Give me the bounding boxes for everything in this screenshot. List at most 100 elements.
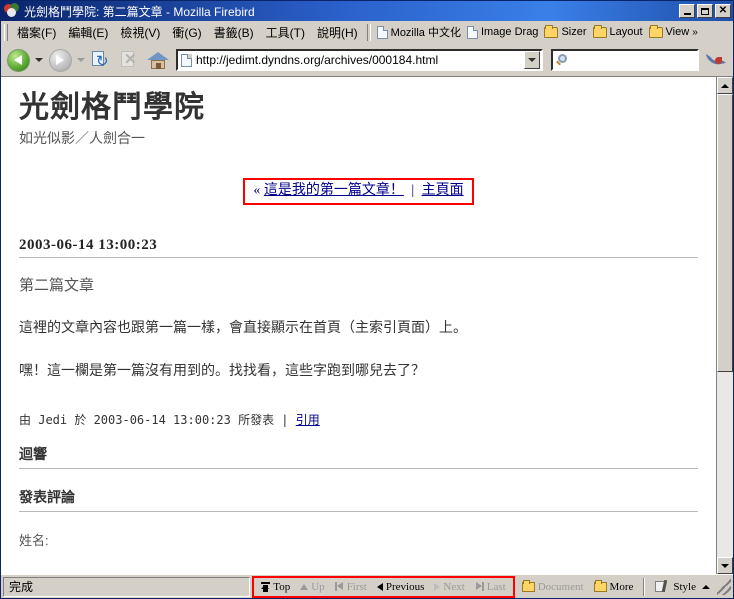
bookmark-label: Image Drag — [480, 26, 539, 38]
reload-button[interactable]: ↻ — [89, 47, 115, 73]
menu-item-edit[interactable]: 編輯(E) — [62, 22, 114, 43]
minimize-button[interactable] — [679, 4, 695, 18]
arrow-top-icon — [261, 581, 271, 592]
trackback-link[interactable]: 引用 — [296, 413, 320, 427]
style-label: Style — [673, 580, 696, 593]
back-dropdown-icon[interactable] — [35, 58, 43, 62]
section-heading-post-comment: 發表評論 — [19, 487, 698, 513]
maximize-button[interactable] — [697, 4, 713, 18]
menu-item-bookmarks[interactable]: 書籤(B) — [208, 22, 260, 43]
menu-grip[interactable] — [4, 23, 8, 41]
bookmark-folder-view[interactable]: View » — [646, 24, 701, 39]
forward-arrow-icon — [48, 48, 72, 72]
browser-window: 光劍格鬥學院: 第二篇文章 - Mozilla Firebird ✕ 檔案(F)… — [0, 0, 734, 599]
nav-last-button[interactable]: Last — [470, 581, 511, 593]
scrollbar-thumb[interactable] — [717, 94, 733, 372]
site-navigation-bar-highlight: Top Up First Previous Next Last — [252, 575, 515, 598]
window-title: 光劍格鬥學院: 第二篇文章 - Mozilla Firebird — [24, 4, 255, 19]
scroll-up-button[interactable] — [717, 77, 733, 94]
title-bar: 光劍格鬥學院: 第二篇文章 - Mozilla Firebird ✕ — [1, 1, 733, 21]
nav-previous-button[interactable]: Previous — [372, 581, 430, 593]
nav-button-label: Up — [311, 580, 325, 593]
main-page-link[interactable]: 主頁面 — [422, 183, 464, 198]
home-button[interactable] — [145, 47, 171, 73]
url-text: http://jedimt.dyndns.org/archives/000184… — [196, 53, 439, 67]
folder-icon — [593, 579, 607, 592]
nav-up-button[interactable]: Up — [295, 581, 329, 593]
menu-item-tools[interactable]: 工具(T) — [260, 22, 311, 43]
scrollbar-track[interactable] — [717, 94, 733, 557]
url-bar[interactable]: http://jedimt.dyndns.org/archives/000184… — [176, 49, 543, 71]
arrow-last-icon — [475, 582, 484, 591]
page-icon — [181, 53, 192, 67]
web-page: 光劍格鬥學院 如光似影／人劍合一 « 這是我的第一篇文章！ | 主頁面 2003… — [1, 77, 716, 574]
entry-nav-links-highlight: « 這是我的第一篇文章！ | 主頁面 — [243, 177, 474, 206]
bookmark-label: View — [665, 26, 690, 38]
bookmark-mozilla-chinese[interactable]: Mozilla 中文化 — [374, 23, 464, 41]
folder-icon — [592, 24, 607, 38]
navigation-toolbar: ↻ ✕ http://jedimt.dyndns.org/archives/00… — [1, 44, 733, 76]
vertical-scrollbar[interactable] — [716, 77, 733, 574]
menu-item-file[interactable]: 檔案(F) — [11, 22, 62, 43]
document-icon — [376, 25, 388, 39]
bookmark-label: Mozilla 中文化 — [390, 27, 461, 39]
prev-arrow-icon: « — [253, 182, 261, 198]
page-subtitle: 如光似影／人劍合一 — [19, 131, 145, 147]
search-bar[interactable] — [551, 49, 699, 71]
byline-text: 由 Jedi 於 2003-06-14 13:00:23 所發表 | — [19, 413, 289, 428]
page-title: 光劍格鬥學院 — [19, 91, 205, 124]
forward-dropdown-icon[interactable] — [77, 58, 85, 62]
arrow-first-icon — [334, 582, 344, 591]
menu-item-help[interactable]: 說明(H) — [311, 22, 364, 43]
style-menu-button[interactable]: Style — [650, 579, 715, 593]
back-arrow-icon — [6, 48, 30, 72]
url-dropdown-button[interactable] — [524, 51, 540, 69]
status-text: 完成 — [9, 580, 34, 594]
window-controls: ✕ — [679, 4, 731, 18]
folder-icon — [521, 579, 535, 592]
scroll-down-button[interactable] — [717, 557, 733, 574]
document-label: Document — [537, 580, 584, 593]
more-menu-button[interactable]: More — [589, 579, 639, 593]
menu-bar: 檔案(F) 編輯(E) 檢視(V) 衝(G) 書籤(B) 工具(T) 說明(H)… — [1, 21, 733, 44]
style-icon — [655, 579, 670, 593]
bookmark-label: Layout — [609, 26, 643, 38]
nav-top-button[interactable]: Top — [256, 581, 295, 593]
nav-button-label: Last — [486, 580, 506, 593]
bookmark-folder-sizer[interactable]: Sizer — [541, 24, 589, 39]
entry-paragraph: 嘿！這一欄是第一篇沒有用到的。找找看，這些字跑到哪兒去了？ — [19, 362, 425, 379]
nav-first-button[interactable]: First — [330, 581, 372, 593]
style-group: Style — [650, 577, 715, 597]
firebird-throbber-icon — [705, 48, 729, 72]
document-menu-button[interactable]: Document — [517, 579, 589, 593]
stop-icon: ✕ — [120, 50, 140, 70]
bookmark-image-drag[interactable]: Image Drag — [464, 25, 541, 40]
section-heading-trackbacks: 迴響 — [19, 444, 698, 470]
window-resize-grip[interactable] — [717, 578, 731, 595]
folder-icon — [648, 24, 663, 38]
stop-button[interactable]: ✕ — [117, 47, 143, 73]
menu-item-view[interactable]: 檢視(V) — [114, 22, 166, 43]
toolbar-separator — [366, 23, 371, 41]
arrow-next-icon — [434, 582, 441, 591]
entry-date-heading: 2003-06-14 13:00:23 — [19, 237, 698, 259]
forward-button[interactable] — [47, 47, 73, 73]
chevron-up-icon — [702, 584, 710, 589]
folder-icon — [544, 24, 559, 38]
arrow-previous-icon — [376, 582, 383, 591]
back-button[interactable] — [5, 47, 31, 73]
nav-button-label: Top — [273, 580, 291, 593]
arrow-up-icon — [300, 583, 309, 590]
bookmark-folder-layout[interactable]: Layout — [590, 24, 646, 39]
nav-button-label: Next — [443, 580, 465, 593]
firebird-logo-icon — [4, 3, 20, 19]
search-icon — [556, 53, 569, 67]
close-button[interactable]: ✕ — [715, 4, 731, 18]
entry-nav-row: « 這是我的第一篇文章！ | 主頁面 — [19, 177, 698, 206]
chevron-overflow-icon[interactable]: » — [692, 27, 698, 38]
nav-next-button[interactable]: Next — [429, 581, 469, 593]
entry-byline: 由 Jedi 於 2003-06-14 13:00:23 所發表 | 引用 — [19, 411, 698, 428]
previous-entry-link[interactable]: 這是我的第一篇文章！ — [264, 183, 404, 198]
content-area: 光劍格鬥學院 如光似影／人劍合一 « 這是我的第一篇文章！ | 主頁面 2003… — [1, 76, 733, 574]
menu-item-go[interactable]: 衝(G) — [166, 22, 207, 43]
